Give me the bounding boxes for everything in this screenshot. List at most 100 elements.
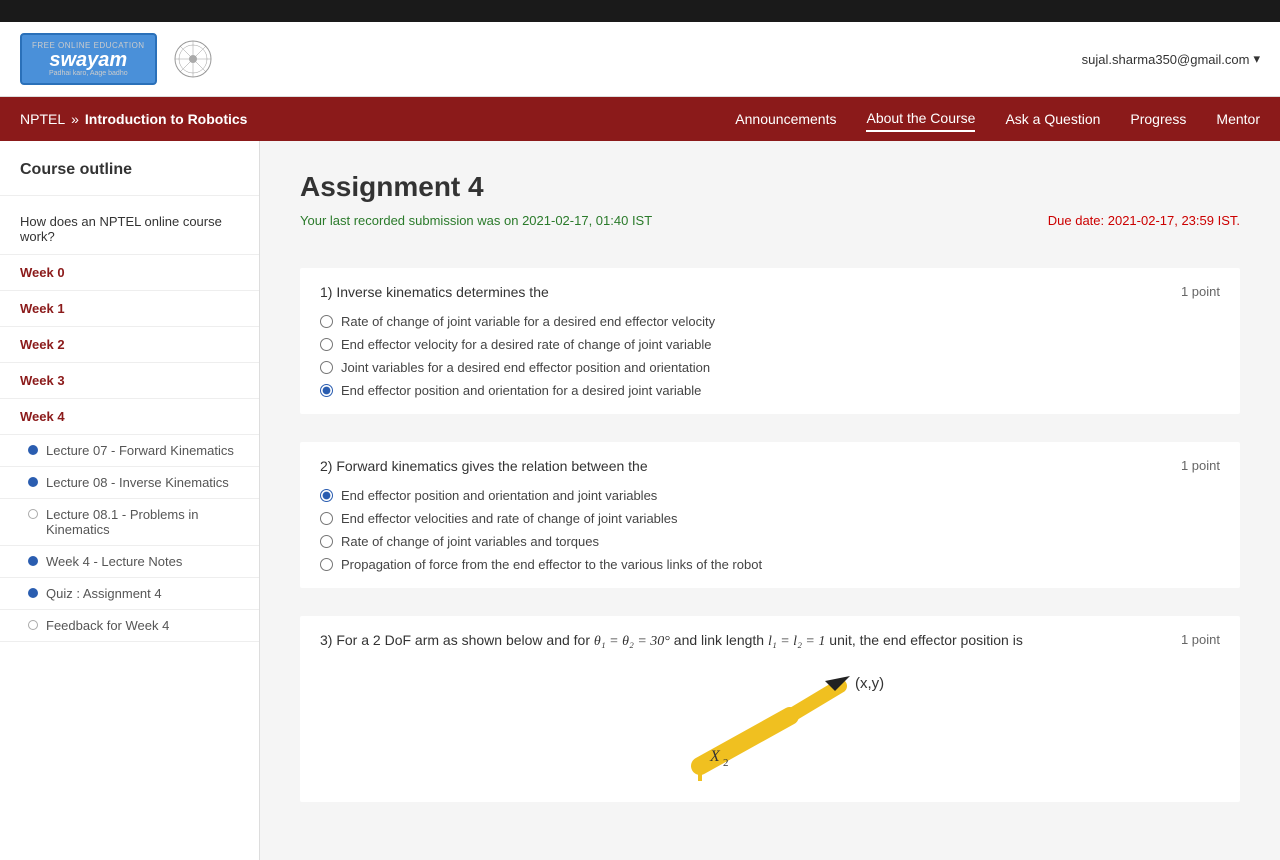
q1-option-2-text: End effector velocity for a desired rate… (341, 337, 711, 352)
question-3: 3) For a 2 DoF arm as shown below and fo… (300, 616, 1240, 802)
lecture-dot-07 (28, 445, 38, 455)
q3-text-end: unit, the end effector position is (829, 632, 1023, 648)
sidebar-title: Course outline (0, 161, 259, 196)
q2-option-2[interactable]: End effector velocities and rate of chan… (320, 511, 1220, 526)
q1-option-4[interactable]: End effector position and orientation fo… (320, 383, 1220, 398)
q1-radio-1[interactable] (320, 315, 333, 328)
q1-radio-2[interactable] (320, 338, 333, 351)
nav-announcements[interactable]: Announcements (735, 107, 836, 131)
week4-notes-label: Week 4 - Lecture Notes (46, 554, 182, 569)
nav-ask-question[interactable]: Ask a Question (1005, 107, 1100, 131)
nav-progress[interactable]: Progress (1130, 107, 1186, 131)
question-1-header: 1) Inverse kinematics determines the 1 p… (320, 284, 1220, 300)
q3-points: 1 point (1181, 632, 1220, 647)
due-date: Due date: 2021-02-17, 23:59 IST. (1048, 213, 1240, 228)
breadcrumb-separator: » (71, 111, 79, 127)
lecture-08-label: Lecture 08 - Inverse Kinematics (46, 475, 229, 490)
q2-option-1-text: End effector position and orientation an… (341, 488, 657, 503)
sidebar-week-1[interactable]: Week 1 (0, 291, 259, 327)
sidebar-lecture-07[interactable]: Lecture 07 - Forward Kinematics (0, 435, 259, 467)
header: FREE ONLINE EDUCATION swayam Padhai karo… (0, 22, 1280, 97)
user-email-area[interactable]: sujal.sharma350@gmail.com ▾ (1082, 51, 1260, 67)
top-bar (0, 0, 1280, 22)
breadcrumb-root: NPTEL (20, 111, 65, 127)
assignment-4-label: Quiz : Assignment 4 (46, 586, 162, 601)
q3-math: θ₁ = θ₂ = 30° (594, 634, 670, 649)
q3-diagram: X 2 (x,y) (620, 666, 920, 786)
svg-text:X: X (709, 748, 721, 765)
q1-radio-3[interactable] (320, 361, 333, 374)
q2-option-4[interactable]: Propagation of force from the end effect… (320, 557, 1220, 572)
nav-bar: NPTEL » Introduction to Robotics Announc… (0, 97, 1280, 141)
q2-option-4-text: Propagation of force from the end effect… (341, 557, 762, 572)
header-left: FREE ONLINE EDUCATION swayam Padhai karo… (20, 33, 213, 85)
lecture-dot-feedback (28, 620, 38, 630)
sidebar-week-0[interactable]: Week 0 (0, 255, 259, 291)
swayam-logo: FREE ONLINE EDUCATION swayam Padhai karo… (20, 33, 157, 85)
q2-option-3[interactable]: Rate of change of joint variables and to… (320, 534, 1220, 549)
q2-points: 1 point (1181, 458, 1220, 473)
submission-info: Your last recorded submission was on 202… (300, 213, 652, 242)
q1-option-1[interactable]: Rate of change of joint variable for a d… (320, 314, 1220, 329)
nptel-emblem (173, 39, 213, 79)
sidebar-item-how-nptel[interactable]: How does an NPTEL online course work? (0, 204, 259, 255)
sidebar-feedback-week4[interactable]: Feedback for Week 4 (0, 610, 259, 642)
assignment-title: Assignment 4 (300, 171, 1240, 203)
sidebar-week-3[interactable]: Week 3 (0, 363, 259, 399)
question-2-header: 2) Forward kinematics gives the relation… (320, 458, 1220, 474)
breadcrumb: NPTEL » Introduction to Robotics (20, 111, 247, 127)
dropdown-arrow: ▾ (1253, 51, 1260, 67)
lecture-07-label: Lecture 07 - Forward Kinematics (46, 443, 234, 458)
q2-radio-1[interactable] (320, 489, 333, 502)
q3-text-mid: and link length (674, 632, 768, 648)
question-1-text: 1) Inverse kinematics determines the (320, 284, 1181, 300)
q3-number: 3) For a 2 DoF arm as shown below and fo… (320, 632, 594, 648)
svg-text:2: 2 (723, 757, 729, 769)
nav-mentor[interactable]: Mentor (1216, 107, 1260, 131)
q1-option-4-text: End effector position and orientation fo… (341, 383, 701, 398)
breadcrumb-course: Introduction to Robotics (85, 111, 248, 127)
q3-diagram-container: X 2 (x,y) (320, 666, 1220, 786)
user-email: sujal.sharma350@gmail.com (1082, 52, 1250, 67)
feedback-week4-label: Feedback for Week 4 (46, 618, 169, 633)
question-3-header: 3) For a 2 DoF arm as shown below and fo… (320, 632, 1220, 650)
q1-number: 1) (320, 284, 336, 300)
lecture-dot-08 (28, 477, 38, 487)
q2-radio-4[interactable] (320, 558, 333, 571)
sidebar-week-4[interactable]: Week 4 (0, 399, 259, 435)
q1-options: Rate of change of joint variable for a d… (320, 314, 1220, 398)
q1-radio-4[interactable] (320, 384, 333, 397)
lecture-dot-assignment-4 (28, 588, 38, 598)
lecture-dot-week4-notes (28, 556, 38, 566)
q2-radio-3[interactable] (320, 535, 333, 548)
q2-radio-2[interactable] (320, 512, 333, 525)
assignment-info-header: Your last recorded submission was on 202… (300, 213, 1240, 248)
q1-option-2[interactable]: End effector velocity for a desired rate… (320, 337, 1220, 352)
q1-points: 1 point (1181, 284, 1220, 299)
lecture-08-1-label: Lecture 08.1 - Problems in Kinematics (46, 507, 239, 537)
q1-option-1-text: Rate of change of joint variable for a d… (341, 314, 715, 329)
sidebar-lecture-08-1[interactable]: Lecture 08.1 - Problems in Kinematics (0, 499, 259, 546)
question-1: 1) Inverse kinematics determines the 1 p… (300, 268, 1240, 414)
content-area: Assignment 4 Your last recorded submissi… (260, 141, 1280, 860)
logo-box: FREE ONLINE EDUCATION swayam Padhai karo… (20, 33, 157, 85)
sidebar-week-2[interactable]: Week 2 (0, 327, 259, 363)
question-2-text: 2) Forward kinematics gives the relation… (320, 458, 1181, 474)
sidebar-lecture-08[interactable]: Lecture 08 - Inverse Kinematics (0, 467, 259, 499)
q2-number: 2) (320, 458, 336, 474)
nav-links: Announcements About the Course Ask a Que… (735, 106, 1260, 132)
q2-option-3-text: Rate of change of joint variables and to… (341, 534, 599, 549)
sidebar: Course outline How does an NPTEL online … (0, 141, 260, 860)
question-3-text: 3) For a 2 DoF arm as shown below and fo… (320, 632, 1181, 650)
sidebar-assignment-4[interactable]: Quiz : Assignment 4 (0, 578, 259, 610)
q1-option-3[interactable]: Joint variables for a desired end effect… (320, 360, 1220, 375)
lecture-dot-08-1 (28, 509, 38, 519)
question-2: 2) Forward kinematics gives the relation… (300, 442, 1240, 588)
q2-option-2-text: End effector velocities and rate of chan… (341, 511, 678, 526)
sidebar-week4-notes[interactable]: Week 4 - Lecture Notes (0, 546, 259, 578)
nav-about-course[interactable]: About the Course (866, 106, 975, 132)
logo-main-text: swayam (49, 50, 127, 70)
q3-math2: l₁ = l₂ = 1 (768, 634, 825, 649)
q2-option-1[interactable]: End effector position and orientation an… (320, 488, 1220, 503)
logo-bottom-text: Padhai karo, Aage badho (49, 70, 128, 77)
